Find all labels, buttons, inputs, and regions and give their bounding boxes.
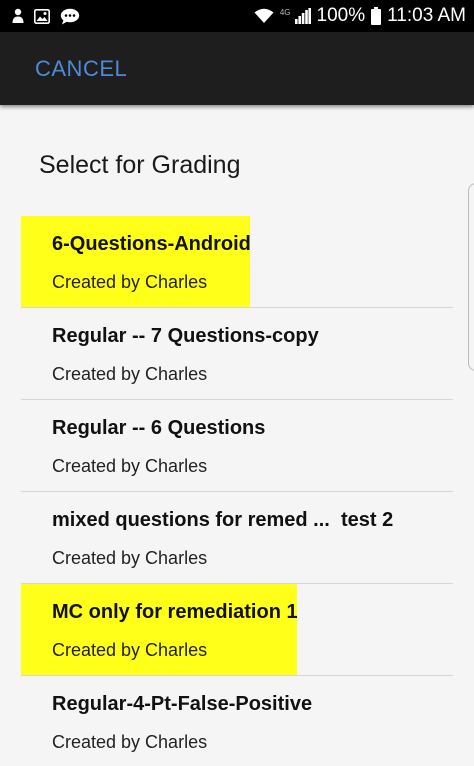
- item-title: Regular-4-Pt-False-Positive: [52, 693, 313, 715]
- chat-icon: [60, 8, 80, 25]
- status-time: 11:03 AM: [387, 5, 466, 26]
- item-subtitle: Created by Charles: [52, 732, 208, 752]
- image-icon: [34, 8, 50, 24]
- content-area: Select for Grading 6-Questions-Android C…: [0, 105, 474, 766]
- status-bar: 4G 100% 11:03 AM: [0, 0, 474, 32]
- item-title: 6-Questions-Android: [52, 233, 251, 255]
- list-item[interactable]: MC only for remediation 1 Created by Cha…: [21, 584, 453, 676]
- highlight-marker: [21, 216, 250, 307]
- list-item[interactable]: 6-Questions-Android Created by Charles: [21, 216, 453, 308]
- item-title: Regular -- 7 Questions-copy: [52, 325, 319, 347]
- battery-percent: 100%: [316, 5, 366, 26]
- cancel-button[interactable]: CANCEL: [35, 56, 127, 82]
- status-bar-left: [12, 8, 80, 25]
- list-item[interactable]: Regular -- 6 Questions Created by Charle…: [21, 400, 453, 492]
- item-subtitle: Created by Charles: [52, 640, 208, 660]
- list-item[interactable]: Regular -- 7 Questions-copy Created by C…: [21, 308, 453, 400]
- wifi-icon: [254, 8, 274, 24]
- item-subtitle: Created by Charles: [52, 548, 208, 568]
- item-subtitle: Created by Charles: [52, 272, 208, 292]
- item-subtitle: Created by Charles: [52, 364, 208, 384]
- network-type-label: 4G: [279, 7, 291, 17]
- battery-icon: [371, 7, 382, 25]
- status-bar-right: 4G 100% 11:03 AM: [254, 5, 466, 27]
- page-title: Select for Grading: [39, 151, 241, 179]
- person-icon: [12, 8, 24, 24]
- item-title: MC only for remediation 1: [52, 601, 298, 623]
- quiz-list: 6-Questions-Android Created by Charles R…: [21, 216, 453, 766]
- action-bar: CANCEL: [0, 32, 474, 105]
- item-title: Regular -- 6 Questions: [52, 417, 266, 439]
- signal-icon: [294, 8, 311, 24]
- item-subtitle: Created by Charles: [52, 456, 208, 476]
- item-title: mixed questions for remed ... test 2: [52, 509, 394, 531]
- list-item[interactable]: mixed questions for remed ... test 2 Cre…: [21, 492, 453, 584]
- highlight-marker: [21, 584, 297, 675]
- scroll-indicator[interactable]: [468, 183, 474, 371]
- list-item[interactable]: Regular-4-Pt-False-Positive Created by C…: [21, 676, 453, 766]
